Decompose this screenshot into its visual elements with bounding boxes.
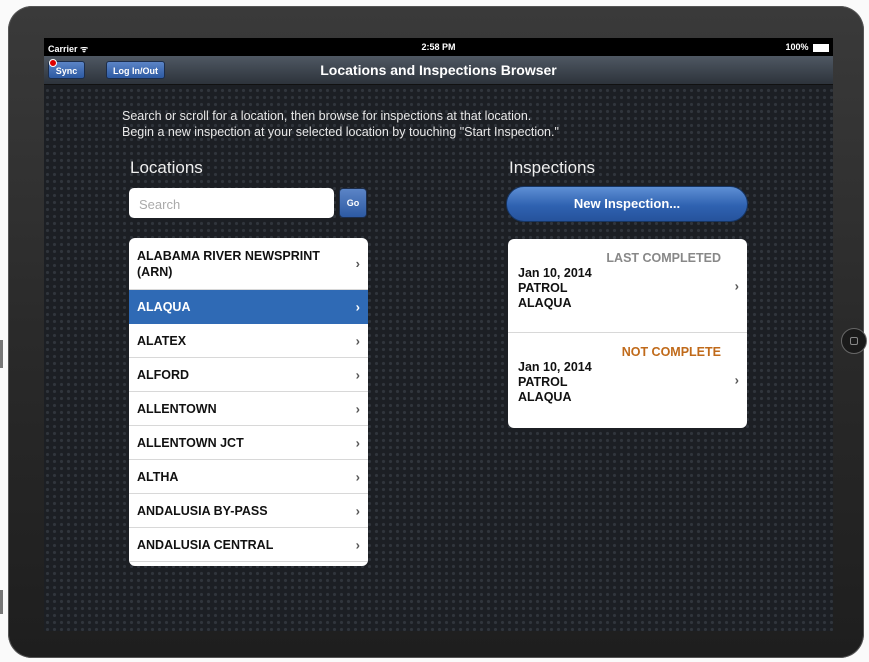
- location-item[interactable]: ALABAMA RIVER NEWSPRINT (ARN) ›: [129, 238, 368, 290]
- locations-heading: Locations: [130, 158, 203, 177]
- chevron-right-icon: ›: [355, 503, 360, 518]
- location-item[interactable]: ALATEX ›: [129, 324, 368, 358]
- instructions-line: Begin a new inspection at your selected …: [122, 125, 559, 139]
- side-mark: [0, 340, 3, 368]
- location-label: ALLENTOWN JCT: [137, 435, 244, 450]
- location-item[interactable]: ANDALUSIA BY-PASS ›: [129, 494, 368, 528]
- location-item[interactable]: ALFORD ›: [129, 358, 368, 392]
- inspections-heading: Inspections: [509, 158, 595, 177]
- location-label: ALAQUA: [137, 299, 191, 314]
- inspection-location: ALAQUA: [518, 296, 572, 310]
- location-label: ALABAMA RIVER NEWSPRINT (ARN): [137, 248, 320, 279]
- battery-percent: 100%: [785, 42, 809, 52]
- search-field[interactable]: [129, 188, 334, 220]
- search-input[interactable]: [137, 188, 330, 220]
- home-button-icon[interactable]: [841, 328, 867, 354]
- location-label: ANDALUSIA BY-PASS: [137, 503, 268, 518]
- chevron-right-icon: ›: [355, 469, 360, 484]
- page-title: Locations and Inspections Browser: [320, 62, 557, 78]
- side-mark: [0, 590, 3, 614]
- inspection-item[interactable]: NOT COMPLETE Jan 10, 2014 PATROL ALAQUA …: [508, 333, 747, 427]
- chevron-right-icon: ›: [355, 435, 360, 450]
- navigation-bar: Sync Log In/Out Locations and Inspection…: [44, 56, 833, 85]
- clock: 2:58 PM: [421, 42, 456, 52]
- inspection-status: LAST COMPLETED: [606, 251, 721, 265]
- location-label: ALATEX: [137, 333, 187, 348]
- instructions: Search or scroll for a location, then br…: [122, 108, 559, 140]
- chevron-right-icon: ›: [734, 372, 739, 388]
- inspection-location: ALAQUA: [518, 390, 572, 404]
- location-label: ALTHA: [137, 469, 179, 484]
- location-label: ANDALUSIA CENTRAL: [137, 537, 274, 552]
- chevron-right-icon: ›: [355, 255, 360, 271]
- location-item[interactable]: ALLENTOWN ›: [129, 392, 368, 426]
- inspection-date: Jan 10, 2014: [518, 266, 592, 280]
- inspection-type: PATROL: [518, 375, 568, 389]
- locations-list[interactable]: ALABAMA RIVER NEWSPRINT (ARN) › ALAQUA ›…: [129, 238, 368, 566]
- chevron-right-icon: ›: [355, 367, 360, 382]
- location-label: ALFORD: [137, 367, 190, 382]
- inspections-list[interactable]: LAST COMPLETED Jan 10, 2014 PATROL ALAQU…: [508, 239, 747, 428]
- app-screen: Carrier ᯤ 2:58 PM 100% Sync Log In/Out L…: [44, 38, 833, 631]
- location-item-selected[interactable]: ALAQUA ›: [129, 290, 368, 324]
- battery-indicator: 100%: [785, 42, 829, 52]
- location-item[interactable]: ALLENTOWN JCT ›: [129, 426, 368, 460]
- instructions-line: Search or scroll for a location, then br…: [122, 109, 532, 123]
- status-bar: Carrier ᯤ 2:58 PM 100%: [44, 38, 833, 56]
- inspection-status: NOT COMPLETE: [621, 345, 721, 359]
- chevron-right-icon: ›: [734, 278, 739, 293]
- inspection-date: Jan 10, 2014: [518, 360, 592, 374]
- new-inspection-button[interactable]: New Inspection...: [506, 186, 748, 222]
- chevron-right-icon: ›: [355, 299, 360, 314]
- location-item[interactable]: ALTHA ›: [129, 460, 368, 494]
- location-label: ALLENTOWN: [137, 401, 217, 416]
- inspection-item[interactable]: LAST COMPLETED Jan 10, 2014 PATROL ALAQU…: [508, 239, 747, 333]
- inspection-type: PATROL: [518, 281, 568, 295]
- battery-icon: [813, 43, 829, 52]
- chevron-right-icon: ›: [355, 537, 360, 552]
- go-button[interactable]: Go: [339, 188, 367, 218]
- chevron-right-icon: ›: [355, 401, 360, 416]
- location-item[interactable]: ANDALUSIA CENTRAL ›: [129, 528, 368, 562]
- chevron-right-icon: ›: [355, 333, 360, 348]
